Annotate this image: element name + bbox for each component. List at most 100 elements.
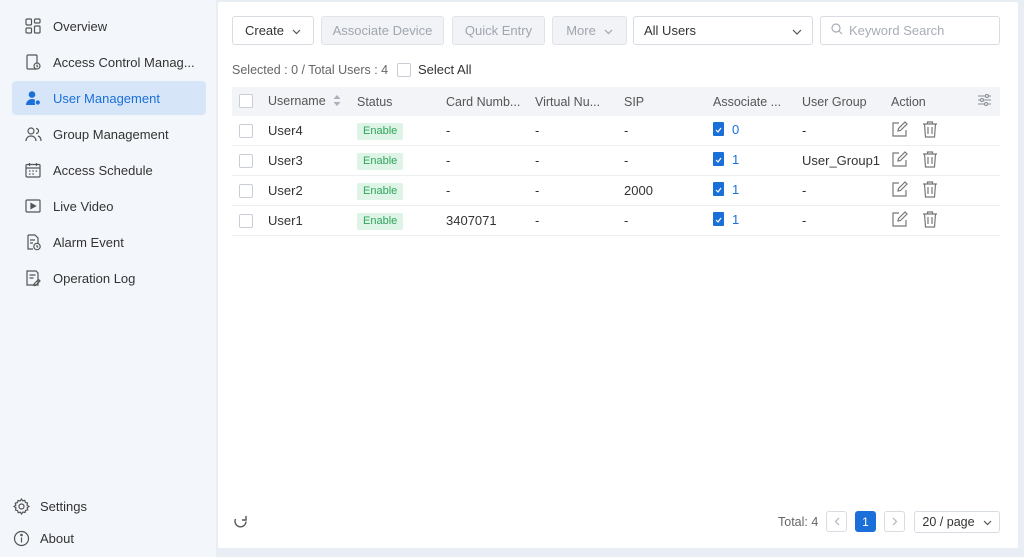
associate-count: 1	[732, 151, 740, 167]
sidebar-item-label: Alarm Event	[53, 234, 124, 250]
quick-entry-button[interactable]: Quick Entry	[452, 16, 545, 45]
search-icon	[831, 23, 843, 38]
virtual-number-cell: -	[535, 213, 540, 228]
associate-device-button[interactable]: Associate Device	[321, 16, 444, 45]
settings-label: Settings	[40, 498, 87, 514]
next-page-button[interactable]	[884, 511, 905, 532]
calendar-icon	[24, 161, 42, 179]
status-badge: Enable	[357, 212, 404, 230]
users-table: Username Status Card Numb... Virtual Nu.…	[232, 87, 1000, 236]
status-badge: Enable	[357, 182, 404, 200]
row-checkbox[interactable]	[239, 124, 253, 141]
sort-icon[interactable]	[333, 94, 341, 109]
edit-icon[interactable]	[891, 120, 908, 141]
sidebar-item-label: User Management	[53, 90, 160, 106]
edit-icon[interactable]	[891, 210, 908, 231]
sidebar-item-operation-log[interactable]: Operation Log	[12, 261, 206, 295]
associate-device-link[interactable]: 1	[713, 152, 739, 167]
search-box[interactable]	[820, 16, 1000, 45]
table-row[interactable]: User1 Enable 3407071 - - 1 -	[232, 206, 1000, 236]
prev-page-button[interactable]	[826, 511, 847, 532]
sidebar-item-label: Operation Log	[53, 270, 136, 286]
user-filter-select[interactable]: All Users	[633, 16, 813, 45]
delete-icon[interactable]	[922, 180, 938, 201]
checkbox[interactable]	[397, 62, 411, 77]
user-group-cell: User_Group1	[802, 153, 881, 168]
delete-icon[interactable]	[922, 120, 938, 141]
virtual-number-cell: -	[535, 123, 540, 138]
sidebar-item-overview[interactable]: Overview	[12, 9, 206, 43]
column-header-action: Action	[891, 94, 926, 109]
associate-count: 1	[732, 181, 740, 197]
create-button[interactable]: Create	[232, 16, 314, 45]
sidebar-item-access-control[interactable]: Access Control Manag...	[12, 45, 206, 79]
sidebar-item-label: Access Control Manag...	[53, 54, 195, 70]
sidebar-item-alarm-event[interactable]: Alarm Event	[12, 225, 206, 259]
edit-icon[interactable]	[891, 180, 908, 201]
access-control-icon	[24, 53, 42, 71]
associate-cell[interactable]: 1	[713, 212, 795, 230]
sidebar-item-group-management[interactable]: Group Management	[12, 117, 206, 151]
sidebar-item-live-video[interactable]: Live Video	[12, 189, 206, 223]
associate-cell[interactable]: 1	[713, 182, 795, 200]
card-number-cell: 3407071	[446, 213, 497, 228]
table-row[interactable]: User4 Enable - - - 0 -	[232, 116, 1000, 146]
virtual-number-cell: -	[535, 183, 540, 198]
username-cell: User1	[268, 213, 303, 228]
sidebar-item-access-schedule[interactable]: Access Schedule	[12, 153, 206, 187]
page-size-value: 20 / page	[922, 515, 975, 529]
search-input[interactable]	[849, 23, 989, 38]
total-count: Total: 4	[778, 515, 819, 529]
user-group-cell: -	[802, 183, 807, 198]
delete-icon[interactable]	[922, 150, 938, 171]
user-filter-value: All Users	[644, 23, 697, 38]
chevron-down-icon	[292, 23, 301, 38]
row-checkbox[interactable]	[239, 184, 253, 201]
select-all-label: Select All	[418, 62, 472, 77]
username-cell: User2	[268, 183, 303, 198]
overview-icon	[24, 17, 42, 35]
page-button-current[interactable]: 1	[855, 511, 876, 532]
delete-icon[interactable]	[922, 210, 938, 231]
user-group-cell: -	[802, 213, 807, 228]
more-button[interactable]: More	[552, 16, 627, 45]
column-settings-icon[interactable]	[978, 94, 991, 109]
sip-cell: -	[624, 123, 629, 138]
page-size-select[interactable]: 20 / page	[914, 511, 1000, 533]
associate-cell[interactable]: 0	[713, 122, 795, 140]
sidebar-item-user-management[interactable]: User Management	[12, 81, 206, 115]
about-label: About	[40, 530, 74, 546]
table-row[interactable]: User3 Enable - - - 1 User_Group1	[232, 146, 1000, 176]
header-checkbox[interactable]	[239, 94, 253, 111]
associate-cell[interactable]: 1	[713, 152, 795, 170]
row-checkbox[interactable]	[239, 214, 253, 231]
action-cell	[891, 120, 961, 141]
about-button[interactable]: About	[12, 524, 74, 552]
username-cell: User4	[268, 123, 303, 138]
action-cell	[891, 150, 961, 171]
column-header-status: Status	[357, 94, 393, 109]
refresh-icon[interactable]	[233, 514, 248, 532]
username-cell: User3	[268, 153, 303, 168]
edit-icon[interactable]	[891, 150, 908, 171]
associate-device-link[interactable]: 0	[713, 122, 739, 137]
select-all-checkbox[interactable]: Select All	[397, 62, 471, 77]
chevron-left-icon	[834, 517, 839, 526]
column-header-card-number: Card Numb...	[446, 94, 521, 109]
create-label: Create	[244, 23, 285, 38]
status-cell: Enable	[357, 212, 437, 230]
settings-button[interactable]: Settings	[12, 492, 87, 520]
column-header-username[interactable]: Username	[268, 94, 350, 109]
associate-device-link[interactable]: 1	[713, 212, 739, 227]
more-label: More	[566, 23, 596, 38]
associate-device-link[interactable]: 1	[713, 182, 739, 197]
user-icon	[24, 89, 42, 107]
sidebar-item-label: Group Management	[53, 126, 169, 142]
action-cell	[891, 180, 961, 201]
main-panel: Create Associate Device Quick Entry More…	[218, 2, 1018, 548]
table-row[interactable]: User2 Enable - - 2000 1 -	[232, 176, 1000, 206]
sip-cell: -	[624, 213, 629, 228]
virtual-number-cell: -	[535, 153, 540, 168]
group-icon	[24, 125, 42, 143]
row-checkbox[interactable]	[239, 154, 253, 171]
